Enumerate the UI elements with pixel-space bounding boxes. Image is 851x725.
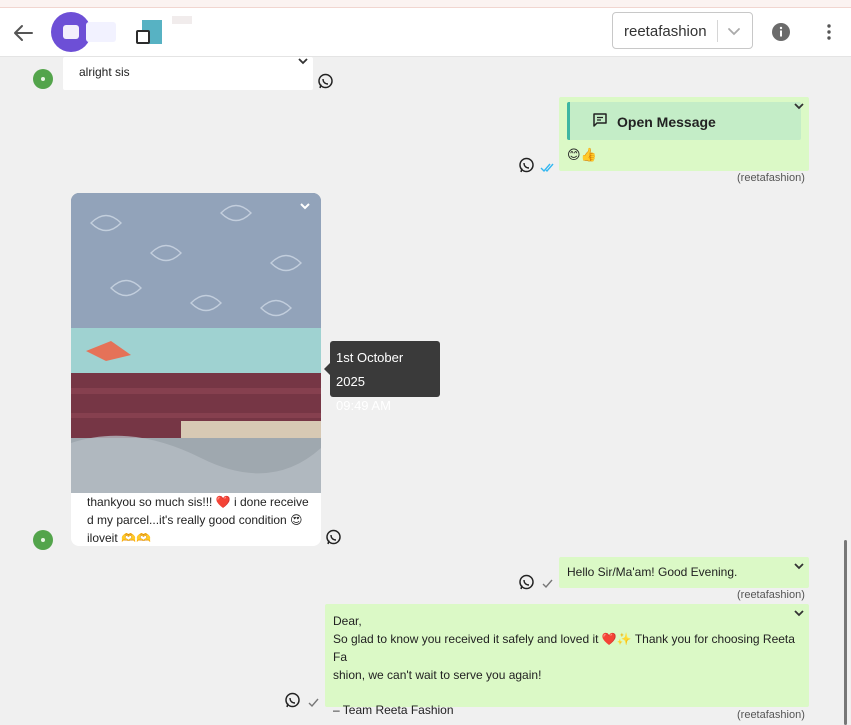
open-message-label: Open Message [617,114,716,130]
selector-divider [717,20,718,42]
message-emojis: 😊👍 [567,147,597,162]
tooltip-time: 09:49 AM [336,398,391,413]
status-dot-icon [33,69,53,89]
message-bubble-incoming[interactable]: alright sis [63,57,313,90]
caption-line: thankyou so much sis!!! ❤️ i done receiv… [87,495,309,509]
chevron-down-icon[interactable] [793,562,805,570]
chevron-down-icon [728,28,740,36]
chat-header: reetafashion [0,8,851,57]
contact-name-redacted[interactable] [82,16,192,48]
whatsapp-icon [318,73,333,89]
message-body: Dear, So glad to know you received it sa… [333,612,803,719]
message-icon [593,113,607,127]
open-message-button[interactable]: Open Message [567,102,801,140]
single-check-icon [542,579,553,589]
whatsapp-icon [326,529,341,545]
sender-label: (reetafashion) [737,589,805,601]
chevron-down-icon[interactable] [299,202,311,210]
caption-line: iloveit 🫶🫶 [87,531,151,545]
chevron-down-icon[interactable] [793,609,805,617]
chevron-down-icon[interactable] [297,57,309,65]
info-icon[interactable] [771,22,791,42]
more-vert-icon[interactable] [822,22,836,42]
message-line [333,684,803,701]
message-text: Hello Sir/Ma'am! Good Evening. [567,565,738,579]
message-bubble-outgoing[interactable]: Dear, So glad to know you received it sa… [325,604,809,717]
message-bubble-outgoing[interactable]: Open Message 😊👍 [559,97,809,171]
message-bubble-outgoing[interactable]: Hello Sir/Ma'am! Good Evening. [559,557,809,588]
scrollbar[interactable] [844,540,847,725]
message-line: Dear, [333,614,362,628]
message-text: alright sis [79,65,130,79]
message-line: So glad to know you received it safely a… [333,632,795,664]
back-arrow-icon[interactable] [10,20,36,46]
double-check-icon [540,163,554,173]
chevron-down-icon[interactable] [793,102,805,110]
top-strip [0,0,851,8]
whatsapp-icon [519,157,534,173]
message-photo[interactable] [71,193,321,493]
single-check-icon [308,698,319,708]
whatsapp-icon [519,574,534,590]
sender-label: (reetafashion) [737,172,805,184]
message-caption: thankyou so much sis!!! ❤️ i done receiv… [87,493,317,547]
message-line: – Team Reeta Fashion [333,703,454,717]
tooltip-date: 1st October 2025 [336,350,404,389]
account-selector[interactable]: reetafashion [612,12,753,49]
message-line: shion, we can't wait to serve you again! [333,668,542,682]
caption-line: d my parcel...it's really good condition… [87,513,303,527]
whatsapp-icon [285,692,300,708]
status-dot-icon [33,530,53,550]
timestamp-tooltip: 1st October 2025 09:49 AM [324,341,440,413]
sender-label: (reetafashion) [737,709,805,721]
message-bubble-image[interactable]: thankyou so much sis!!! ❤️ i done receiv… [71,193,321,546]
account-selector-label: reetafashion [624,23,707,40]
